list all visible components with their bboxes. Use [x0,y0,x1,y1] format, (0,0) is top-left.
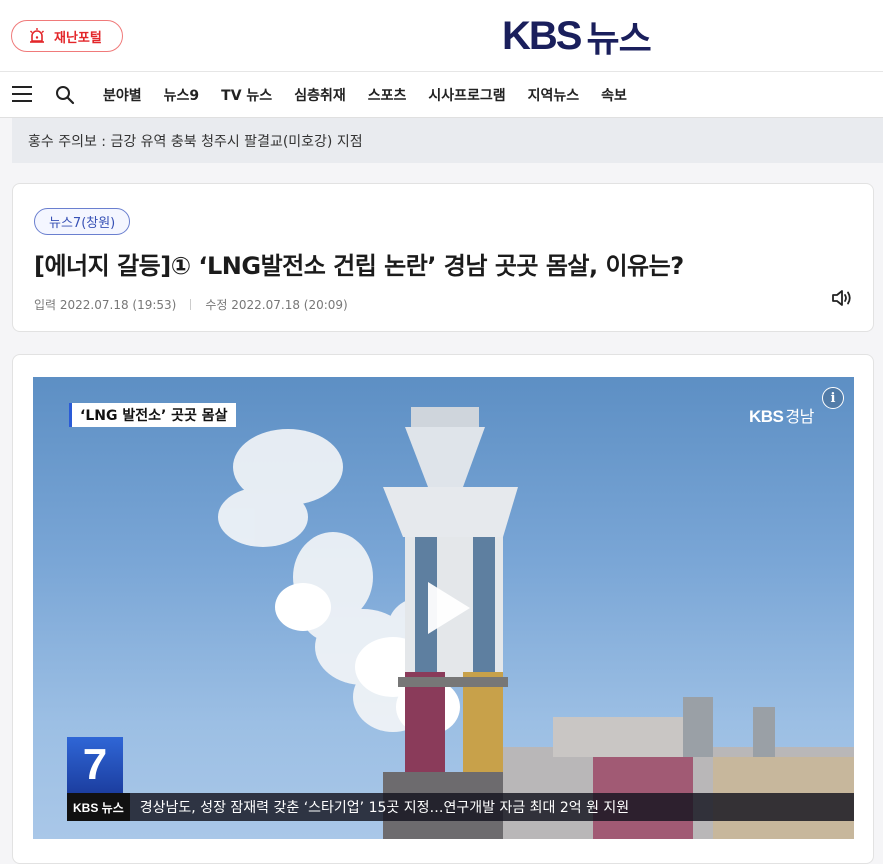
play-icon[interactable] [428,582,470,634]
article-header: 뉴스7(창원) [에너지 갈등]① ‘LNG발전소 건립 논란’ 경남 곳곳 몸… [12,183,874,332]
input-date: 입력 2022.07.18 (19:53) [34,298,177,312]
disaster-portal-label: 재난포털 [54,30,102,46]
nav-item-breaking[interactable]: 속보 [601,85,627,105]
search-icon[interactable] [55,85,75,105]
flood-alert-bar[interactable]: 홍수 주의보 : 금강 유역 충북 청주시 팔결교(미호강) 지점 [12,118,883,163]
video-player[interactable]: ‘LNG 발전소’ 곳곳 몸살 KBS 경남 i 7 KBS 뉴스 경상남도, 성… [33,377,854,839]
channel-logo: KBS 경남 [749,403,814,427]
main-nav: 분야별 뉴스9 TV 뉴스 심층취재 스포츠 시사프로그램 지역뉴스 속보 [0,72,883,118]
nav-item-sports[interactable]: 스포츠 [368,85,407,105]
siren-icon [30,28,44,43]
nav-item-news9[interactable]: 뉴스9 [164,85,200,105]
ticker-text: 경상남도, 성장 잠재력 갖춘 ‘스타기업’ 15곳 지정…연구개발 자금 최대… [139,800,630,816]
video-caption-tag: ‘LNG 발전소’ 곳곳 몸살 [69,403,236,427]
nav-item-in-depth[interactable]: 심층취재 [294,85,346,105]
nav-item-regional[interactable]: 지역뉴스 [528,85,580,105]
nav-list: 분야별 뉴스9 TV 뉴스 심층취재 스포츠 시사프로그램 지역뉴스 속보 [103,72,649,118]
logo-kbs: KBS [502,13,582,58]
program-tag[interactable]: 뉴스7(창원) [34,208,131,235]
edit-date: 수정 2022.07.18 (20:09) [205,298,348,312]
menu-icon[interactable] [12,86,32,104]
kbs-news-logo[interactable]: KBS 뉴스 [502,13,652,60]
logo-news: 뉴스 [586,18,651,59]
ticker-brand: KBS 뉴스 [67,793,130,821]
date-divider [190,299,192,310]
nav-item-tv-news[interactable]: TV 뉴스 [221,85,272,105]
top-header: 재난포털 KBS 뉴스 [0,0,883,72]
disaster-portal-button[interactable]: 재난포털 [11,20,123,52]
info-icon[interactable]: i [822,387,844,409]
speaker-icon[interactable] [831,288,853,308]
channel-logo-region: 경남 [785,409,814,426]
news-ticker: KBS 뉴스 경상남도, 성장 잠재력 갖춘 ‘스타기업’ 15곳 지정…연구개… [67,793,854,821]
article-title: [에너지 갈등]① ‘LNG발전소 건립 논란’ 경남 곳곳 몸살, 이유는? [34,252,684,280]
media-card: ‘LNG 발전소’ 곳곳 몸살 KBS 경남 i 7 KBS 뉴스 경상남도, 성… [12,354,874,864]
channel-logo-kbs: KBS [749,407,784,426]
article-dates: 입력 2022.07.18 (19:53) 수정 2022.07.18 (20:… [34,296,348,313]
nav-item-category[interactable]: 분야별 [103,85,142,105]
news7-badge: 7 [67,737,123,793]
nav-item-current-affairs[interactable]: 시사프로그램 [428,85,505,105]
alert-text: 홍수 주의보 : 금강 유역 충북 청주시 팔결교(미호강) 지점 [28,133,363,150]
